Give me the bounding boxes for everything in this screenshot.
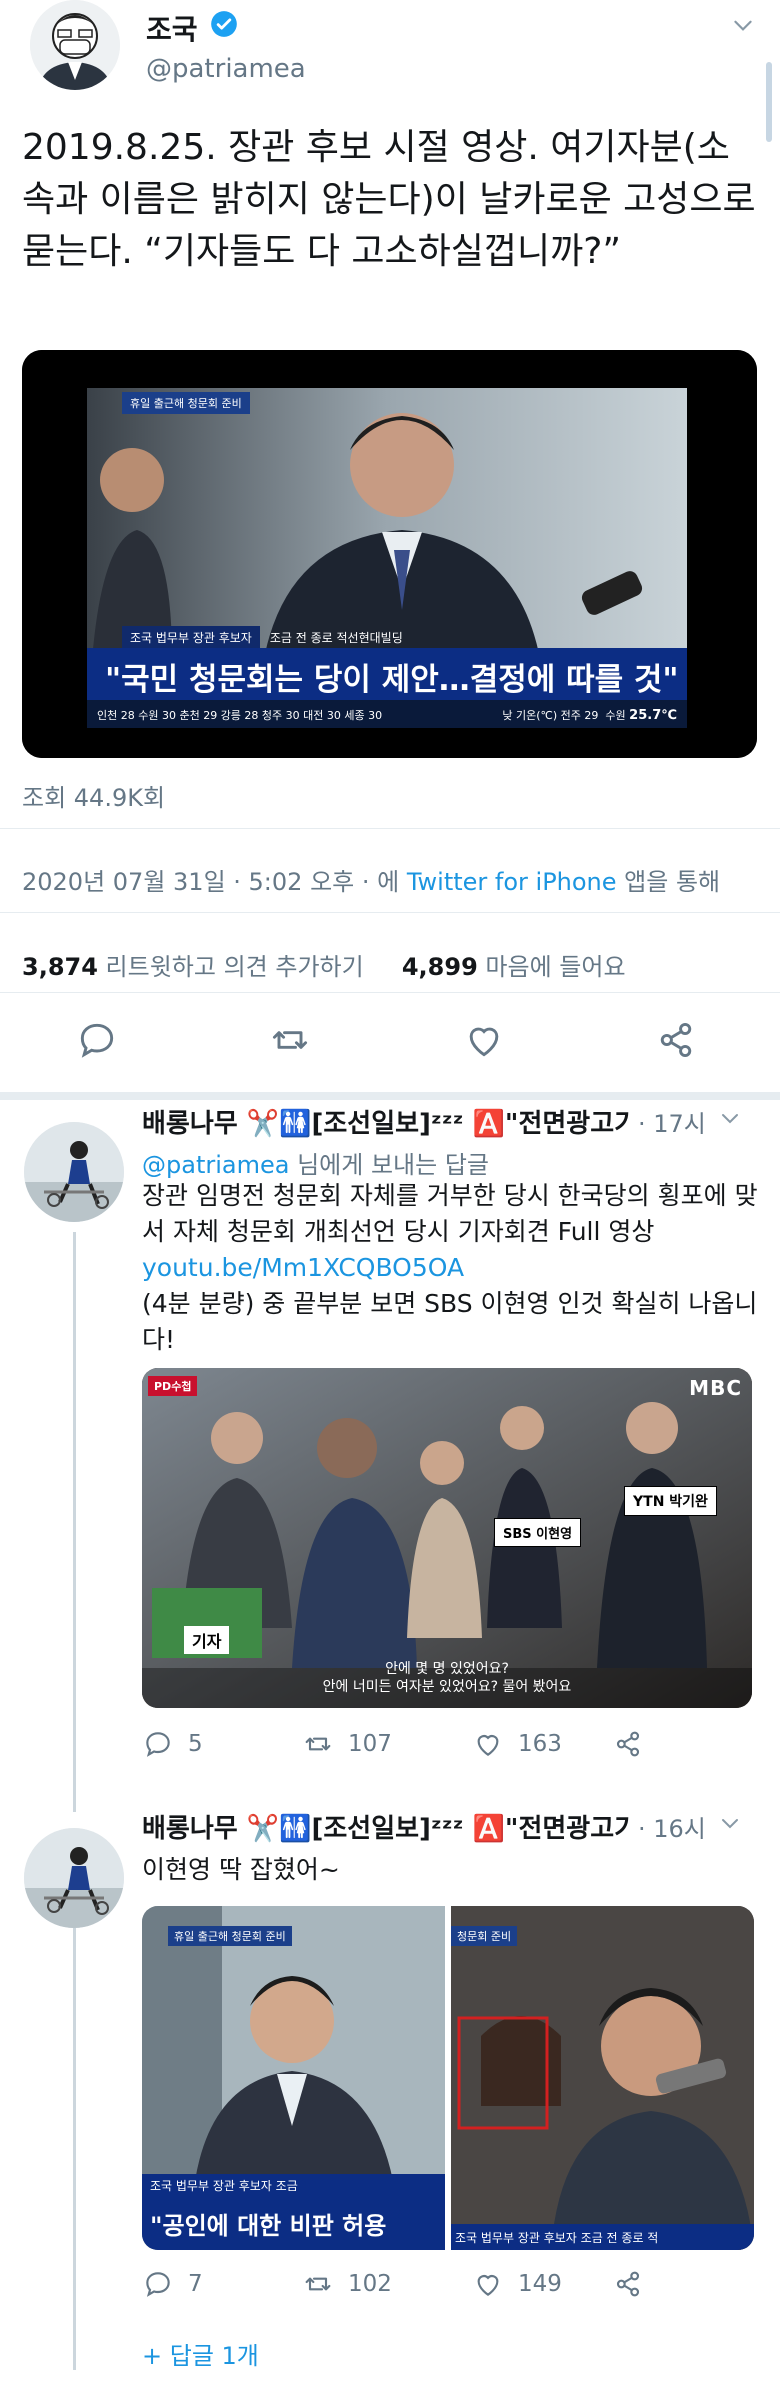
reply-image[interactable]: PD수첩 MBC SBS 이현영 YTN 박기완 기자 안에 몇 명 있었어요?… <box>142 1368 752 1708</box>
author-name[interactable]: 조국 <box>146 8 198 48</box>
label-ytn: YTN 박기완 <box>624 1486 717 1516</box>
video-headline: "국민 청문회는 당이 제안…결정에 따를 것" <box>87 648 687 700</box>
show-more-replies-link[interactable]: + 답글 1개 <box>142 2336 259 2371</box>
temp-value: 25.7℃ <box>629 708 677 723</box>
corner-tag: PD수첩 <box>148 1376 198 1396</box>
video-subtitle-small: 조국 법무부 장관 후보자 <box>122 626 260 649</box>
share-icon <box>616 1731 640 1757</box>
reply-author-name[interactable]: 배롱나무 ✂️🚻[조선일보]ᶻᶻᶻ 🅰️"전면광고기... <box>142 1808 632 1845</box>
share-icon <box>616 2271 640 2297</box>
weather-ticker-mid: 낮 기온(℃) 전주 29 <box>502 709 599 722</box>
retweet-stat[interactable]: 3,874 리트윗하고 의견 추가하기 <box>22 953 364 981</box>
reply-action-retweet[interactable]: 107 <box>302 1728 392 1760</box>
reply-icon[interactable] <box>75 1018 119 1062</box>
section-separator <box>0 1092 780 1100</box>
retweet-count: 107 <box>348 1731 392 1757</box>
reply-to-line: @patriamea 님에게 보내는 답글 <box>142 1145 489 1180</box>
reply-action-comment[interactable]: 5 <box>142 1728 203 1760</box>
date-text: 2020년 07월 31일 · 5:02 오후 · 에 <box>22 868 407 896</box>
retweet-label: 리트윗하고 의견 추가하기 <box>97 953 364 981</box>
reply-image-right[interactable]: 청문회 준비 조국 법무부 장관 후보자 조금 전 종로 적 <box>451 1906 754 2250</box>
chevron-down-icon[interactable] <box>730 12 756 38</box>
retweet-count: 102 <box>348 2271 392 2297</box>
thread-line <box>73 1920 76 2370</box>
video-lower-third: 조국 법무부 장관 후보자 조금 전 종로 적선현대빌딩 <box>122 626 403 649</box>
like-stat[interactable]: 4,899 마음에 들어요 <box>402 953 626 981</box>
reply-action-share[interactable] <box>612 2268 644 2300</box>
comment-count: 5 <box>188 1731 203 1757</box>
divider <box>0 828 780 829</box>
reply-actions: 7 102 149 <box>142 2268 762 2308</box>
thread-line <box>73 1232 76 1812</box>
like-count: 163 <box>518 1731 562 1757</box>
video-top-tag: 휴일 출근해 청문회 준비 <box>122 392 250 414</box>
divider <box>0 992 780 993</box>
reply-image-left[interactable]: 휴일 출근해 청문회 준비 조국 법무부 장관 후보자 조금 "공인에 대한 비… <box>142 1906 445 2250</box>
image-right-subtitle: 조국 법무부 장관 후보자 조금 전 종로 적 <box>451 2224 754 2250</box>
like-icon <box>477 1735 499 1756</box>
share-icon[interactable] <box>654 1018 698 1062</box>
comment-icon <box>146 1732 170 1757</box>
image-left-top-tag: 휴일 출근해 청문회 준비 <box>168 1926 292 1946</box>
like-icon[interactable] <box>462 1018 506 1062</box>
reply-text-part1: 장관 임명전 청문회 자체를 거부한 당시 한국당의 횡포에 맞서 자체 청문회… <box>142 1181 758 1246</box>
reply-text: 이현영 딱 잡혔어~ <box>142 1855 340 1884</box>
mbc-logo: MBC <box>689 1376 742 1400</box>
divider <box>0 912 780 913</box>
label-sbs: SBS 이현영 <box>494 1518 582 1547</box>
reply-actions: 5 107 163 <box>142 1728 762 1768</box>
comment-icon <box>146 2272 170 2297</box>
reply-action-like[interactable]: 163 <box>472 1728 562 1760</box>
caption-line-1: 안에 몇 명 있었어요? <box>385 1661 509 1677</box>
weather-ticker-left: 인천 28 수원 30 춘천 29 강릉 28 청주 30 대전 30 세종 3… <box>97 709 383 722</box>
tweet-stats: 3,874 리트윗하고 의견 추가하기 4,899 마음에 들어요 <box>22 947 626 982</box>
comment-count: 7 <box>188 2271 203 2297</box>
view-count: 조회 44.9K회 <box>22 784 166 812</box>
weather-ticker-right: 낮 기온(℃) 전주 29 수원 25.7℃ <box>502 707 677 723</box>
reply-to-mention[interactable]: @patriamea <box>142 1151 289 1179</box>
chevron-down-icon[interactable] <box>718 1811 742 1835</box>
image-captions: 안에 몇 명 있었어요? 안에 너미든 여자분 있었어요? 물어 봤어요 <box>142 1660 752 1696</box>
reply-action-like[interactable]: 149 <box>472 2268 562 2300</box>
label-reporter: 기자 <box>184 1626 230 1654</box>
chevron-down-icon[interactable] <box>718 1106 742 1130</box>
tweet-text: 2019.8.25. 장관 후보 시절 영상. 여기자분(소속과 이름은 밝히지… <box>22 127 756 272</box>
reply-text-part2: (4분 분량) 중 끝부분 보면 SBS 이현영 인것 확실히 나옵니다! <box>142 1289 758 1354</box>
avatar[interactable] <box>24 1122 124 1222</box>
like-label: 마음에 들어요 <box>477 953 626 981</box>
reply-action-share[interactable] <box>612 1728 644 1760</box>
reply-time[interactable]: · 17시 <box>638 1104 706 1139</box>
reply-image-grid: 휴일 출근해 청문회 준비 조국 법무부 장관 후보자 조금 "공인에 대한 비… <box>142 1906 754 2250</box>
reply-author-name[interactable]: 배롱나무 ✂️🚻[조선일보]ᶻᶻᶻ 🅰️"전면광고기... <box>142 1103 632 1140</box>
like-count: 149 <box>518 2271 562 2297</box>
scrollbar[interactable] <box>766 62 772 142</box>
client-link[interactable]: Twitter for iPhone <box>407 868 617 896</box>
video-weather-ticker: 인천 28 수원 30 춘천 29 강릉 28 청주 30 대전 30 세종 3… <box>87 700 687 728</box>
image-right-top-tag: 청문회 준비 <box>451 1926 518 1946</box>
tweet-datetime: 2020년 07월 31일 · 5:02 오후 · 에 Twitter for … <box>22 862 720 897</box>
retweet-count: 3,874 <box>22 953 98 981</box>
author-handle[interactable]: @patriamea <box>146 54 306 84</box>
caption-line-2: 안에 너미든 여자분 있었어요? 물어 봤어요 <box>322 1679 572 1695</box>
reply-to-suffix: 님에게 보내는 답글 <box>289 1151 489 1179</box>
temp-label: 수원 <box>605 709 626 722</box>
reply-link[interactable]: youtu.be/Mm1XCQBO5OA <box>142 1253 464 1282</box>
like-count: 4,899 <box>401 953 478 981</box>
reply-text: 장관 임명전 청문회 자체를 거부한 당시 한국당의 횡포에 맞서 자체 청문회… <box>142 1178 762 1358</box>
avatar[interactable] <box>24 1828 124 1928</box>
reply-time[interactable]: · 16시 <box>638 1809 706 1844</box>
image-left-subtitle: 조국 법무부 장관 후보자 조금 <box>142 2174 445 2197</box>
reply-action-retweet[interactable]: 102 <box>302 2268 392 2300</box>
verified-badge-icon <box>210 10 238 38</box>
retweet-icon <box>305 2277 331 2291</box>
image-left-headline: "공인에 대한 비판 허용 <box>142 2196 445 2250</box>
video-subtitle-small-right: 조금 전 종로 적선현대빌딩 <box>269 631 403 645</box>
retweet-icon[interactable] <box>268 1018 312 1062</box>
retweet-icon <box>305 1737 331 1751</box>
tweet-video[interactable]: 휴일 출근해 청문회 준비 조국 법무부 장관 후보자 조금 전 종로 적선현대… <box>22 350 757 758</box>
like-icon <box>477 2275 499 2296</box>
avatar[interactable] <box>30 0 120 90</box>
reply-action-comment[interactable]: 7 <box>142 2268 203 2300</box>
date-suffix: 앱을 통해 <box>616 868 721 896</box>
